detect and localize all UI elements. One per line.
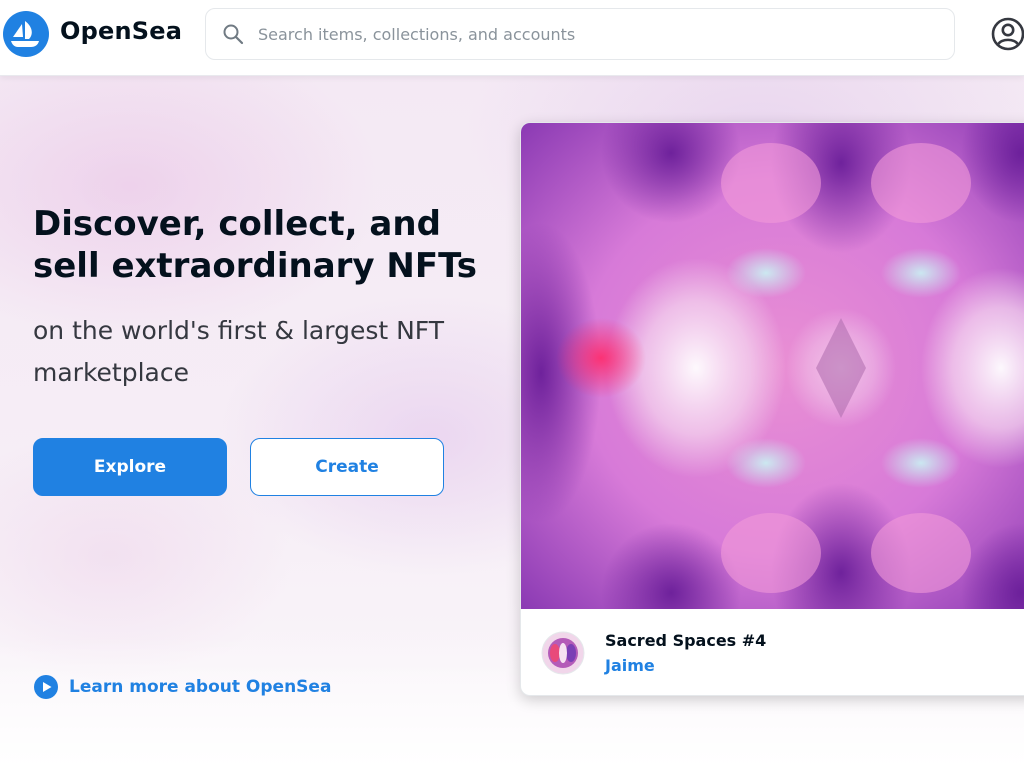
create-button[interactable]: Create: [250, 438, 444, 496]
top-navigation-bar: OpenSea: [0, 0, 1024, 76]
hero-headline: Discover, collect, and sell extraordinar…: [33, 204, 478, 286]
learn-more-label: Learn more about OpenSea: [69, 677, 332, 697]
featured-nft-image[interactable]: [521, 123, 1024, 609]
featured-nft-card[interactable]: Sacred Spaces #4 Jaime: [520, 122, 1024, 696]
search-icon: [223, 24, 244, 45]
nft-creator-link[interactable]: Jaime: [605, 656, 655, 675]
creator-avatar[interactable]: [541, 631, 585, 675]
brand-name[interactable]: OpenSea: [60, 17, 182, 45]
nft-title: Sacred Spaces #4: [605, 631, 767, 650]
search-input[interactable]: [258, 9, 938, 59]
opensea-logo-icon[interactable]: [2, 10, 50, 58]
explore-button[interactable]: Explore: [33, 438, 227, 496]
learn-more-link[interactable]: Learn more about OpenSea: [33, 674, 331, 700]
hero-subline: on the world's first & largest NFT marke…: [33, 316, 445, 387]
search-bar[interactable]: [205, 8, 955, 60]
play-circle-icon: [34, 675, 58, 699]
account-icon[interactable]: [990, 16, 1024, 52]
